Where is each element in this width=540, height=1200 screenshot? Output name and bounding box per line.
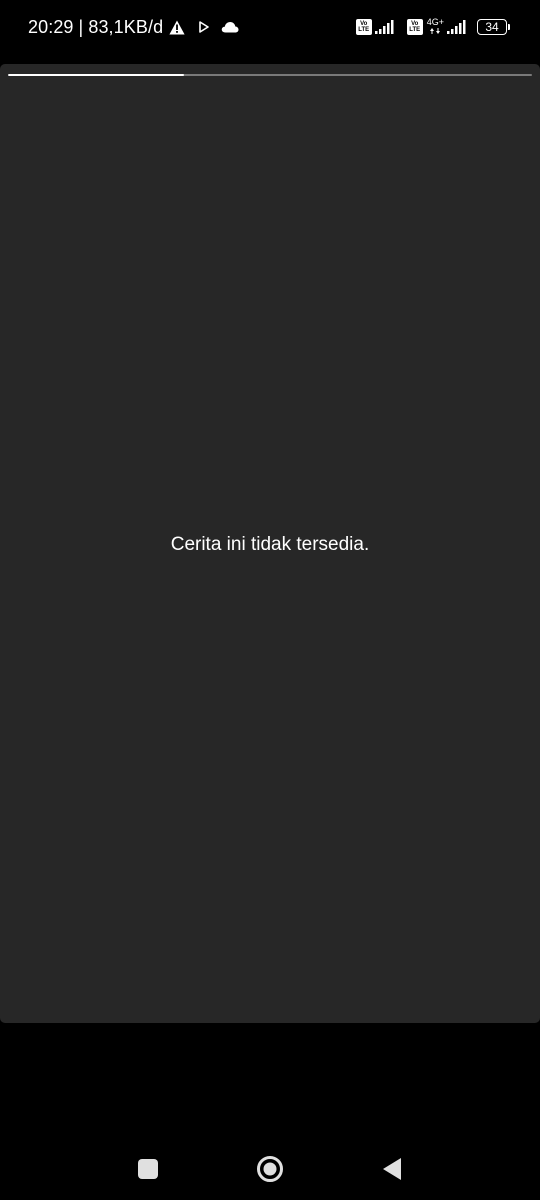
- battery-level: 34: [477, 19, 507, 35]
- recent-apps-icon: [138, 1159, 158, 1179]
- home-icon: [257, 1156, 283, 1182]
- story-progress-bar: [8, 74, 532, 76]
- sim2-group: Vo LTE 4G+: [406, 18, 469, 36]
- status-bar-left: 20:29 | 83,1KB/d: [28, 15, 239, 39]
- recent-apps-button[interactable]: [133, 1154, 163, 1184]
- status-bar: 20:29 | 83,1KB/d Vo LTE Vo LTE 4G+ 34: [0, 0, 540, 56]
- story-viewer[interactable]: Cerita ini tidak tersedia.: [0, 64, 540, 1023]
- sim1-signal-icon: [374, 20, 397, 34]
- navigation-bar: [0, 1136, 540, 1200]
- cloud-icon: [221, 21, 239, 33]
- status-time: 20:29: [28, 16, 74, 37]
- back-icon: [383, 1158, 401, 1180]
- sim2-volte-badge: Vo LTE: [406, 19, 423, 35]
- sim1-volte-badge: Vo LTE: [355, 19, 372, 35]
- network-speed: 83,1KB/d: [88, 16, 164, 37]
- data-arrows-icon: [430, 27, 441, 36]
- network-type-indicator: 4G+: [427, 18, 444, 36]
- play-icon: [199, 21, 209, 33]
- warning-icon: [169, 20, 185, 35]
- battery-tip: [508, 24, 510, 30]
- back-button[interactable]: [377, 1154, 407, 1184]
- battery-icon: 34: [477, 19, 510, 35]
- sim1-volte-bottom: LTE: [358, 27, 370, 33]
- story-progress-fill: [8, 74, 184, 76]
- sim2-signal-icon: [447, 20, 469, 34]
- network-type-label: 4G+: [426, 17, 444, 27]
- status-separator: |: [78, 16, 84, 37]
- status-bar-right: Vo LTE Vo LTE 4G+ 34: [355, 15, 510, 39]
- home-button[interactable]: [255, 1154, 285, 1184]
- story-unavailable-message: Cerita ini tidak tersedia.: [170, 534, 370, 555]
- sim2-volte-bottom: LTE: [409, 27, 421, 33]
- phone-screen: 20:29 | 83,1KB/d Vo LTE Vo LTE 4G+ 34 Ce…: [0, 0, 540, 1200]
